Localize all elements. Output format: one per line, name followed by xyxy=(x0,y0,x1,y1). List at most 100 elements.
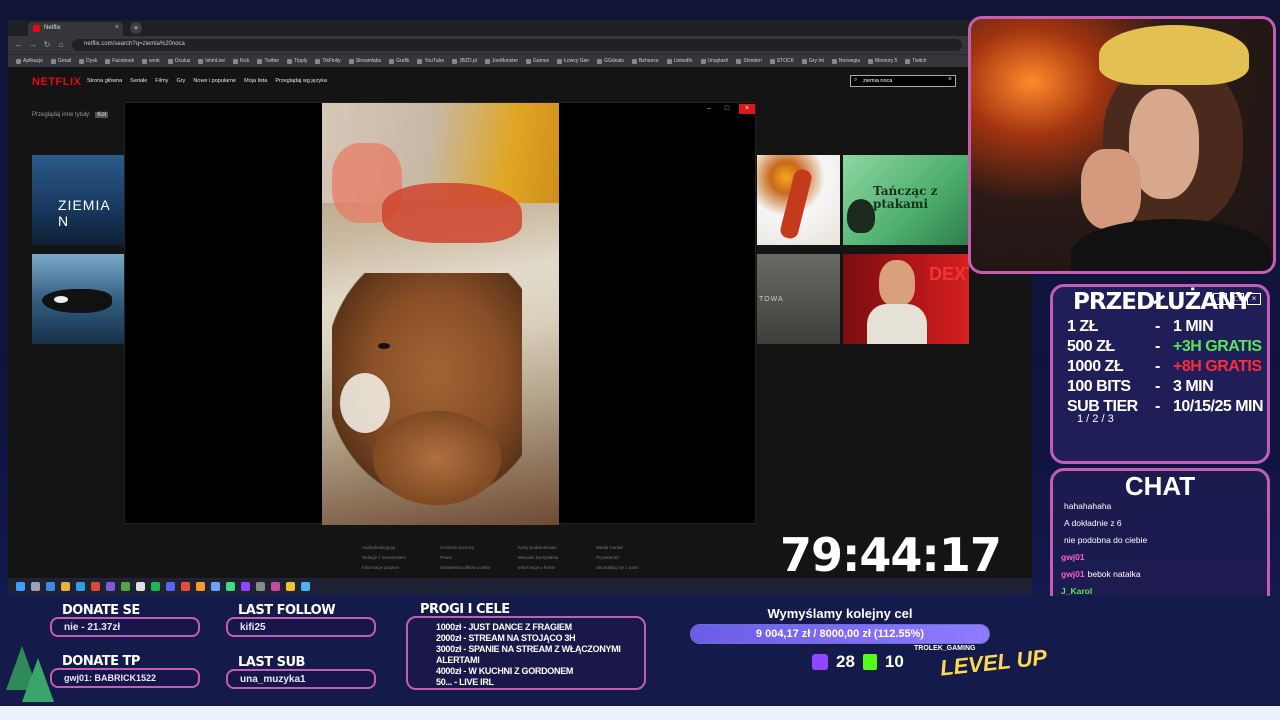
netflix-nav-item[interactable]: Seriale xyxy=(130,78,147,84)
bookmark-item[interactable]: Aplikacje xyxy=(16,58,43,64)
bookmark-item[interactable]: LinkedIn xyxy=(666,58,693,64)
chat-username[interactable]: J_Karol xyxy=(1061,586,1092,596)
tab-netflix[interactable]: Netflix × xyxy=(28,22,123,36)
close-popup-button[interactable]: × xyxy=(739,104,755,114)
footer-link[interactable]: Karty podarunkowe xyxy=(518,545,596,550)
maximize-icon[interactable]: □ xyxy=(719,104,735,114)
bookmark-item[interactable]: Twitter xyxy=(257,58,279,64)
bookmark-item[interactable]: Dysk xyxy=(79,58,97,64)
address-bar[interactable]: netflix.com/search?q=ziemia%20noca xyxy=(72,39,962,51)
bookmark-item[interactable]: STOCK xyxy=(769,58,794,64)
clear-search-icon[interactable]: × xyxy=(948,76,952,83)
bookmark-item[interactable]: Oculus xyxy=(167,58,190,64)
footer-link[interactable]: Media Center xyxy=(596,545,674,550)
taskbar-app-icon[interactable] xyxy=(241,581,250,591)
footer-link[interactable]: Warunki korzystania xyxy=(518,555,596,560)
close-tab-icon[interactable]: × xyxy=(115,24,119,31)
taskbar-app-icon[interactable] xyxy=(166,581,175,591)
orca-spot xyxy=(54,296,68,303)
close-icon: × xyxy=(1247,293,1261,305)
footer-link[interactable]: Informacje o firmie xyxy=(518,565,596,570)
netflix-logo[interactable]: NETFLIX xyxy=(32,76,81,88)
taskbar-app-icon[interactable] xyxy=(196,581,205,591)
netflix-nav-item[interactable]: Gry xyxy=(176,78,185,84)
footer-link[interactable]: Prywatność xyxy=(596,555,674,560)
taskbar-app-icon[interactable] xyxy=(31,581,40,591)
footer-link[interactable]: Praca xyxy=(440,555,518,560)
taskbar-app-icon[interactable] xyxy=(181,581,190,591)
dog-ear xyxy=(340,373,390,433)
footer-link[interactable]: Skontaktuj się z nami xyxy=(596,565,674,570)
nav-bar: ← → ↻ ⌂ netflix.com/search?q=ziemia%20no… xyxy=(8,36,1032,54)
bookmark-item[interactable]: JBZD.pl xyxy=(452,58,477,64)
bookmark-item[interactable]: Memory 5 xyxy=(868,58,897,64)
back-icon[interactable]: ← xyxy=(14,40,24,50)
taskbar-app-icon[interactable] xyxy=(61,581,70,591)
footer-link[interactable]: Audiodeskrypcja xyxy=(362,545,440,550)
new-tab-button[interactable]: + xyxy=(130,22,142,34)
home-icon[interactable]: ⌂ xyxy=(56,40,66,50)
bookmark-label: Memory 5 xyxy=(875,58,898,64)
chat-username[interactable]: gwj01 xyxy=(1061,552,1085,562)
minimize-icon[interactable]: – xyxy=(701,104,717,114)
taskbar-app-icon[interactable] xyxy=(121,581,130,591)
bookmark-item[interactable]: Norwegia xyxy=(831,58,860,64)
title-card-tanczac-z-ptakami[interactable]: Tańcząc z ptakami xyxy=(843,155,969,245)
bookmark-item[interactable]: Shinden xyxy=(736,58,762,64)
netflix-nav-item[interactable]: Przeglądaj wg języka xyxy=(275,78,327,84)
taskbar-app-icon[interactable] xyxy=(226,581,235,591)
forward-icon[interactable]: → xyxy=(28,40,38,50)
start-icon[interactable] xyxy=(16,581,25,591)
netflix-nav-item[interactable]: Filmy xyxy=(155,78,168,84)
video-blanket xyxy=(382,183,522,243)
title-card-anatomy[interactable] xyxy=(757,155,840,245)
bookmark-item[interactable]: GGdeals xyxy=(597,58,624,64)
bookmark-item[interactable]: Games xyxy=(526,58,549,64)
netflix-nav-item[interactable]: Moja lista xyxy=(244,78,267,84)
reload-icon[interactable]: ↻ xyxy=(42,40,52,50)
taskbar-app-icon[interactable] xyxy=(271,581,280,591)
bookmark-item[interactable]: Gmail xyxy=(51,58,71,64)
title-card-dexter[interactable]: DEXT xyxy=(843,254,969,344)
bookmark-item[interactable]: Tipply xyxy=(287,58,307,64)
footer-link[interactable]: Centrum pomocy xyxy=(440,545,518,550)
taskbar-app-icon[interactable] xyxy=(46,581,55,591)
bookmark-item[interactable]: TikFinity xyxy=(315,58,341,64)
taskbar-app-icon[interactable] xyxy=(106,581,115,591)
title-card-ziemia[interactable]: ZIEMIA N xyxy=(32,155,124,245)
bookmark-item[interactable]: Grafik xyxy=(389,58,409,64)
bookmark-item[interactable]: Facebook xyxy=(105,58,134,64)
browse-chip[interactable]: Kol xyxy=(95,112,109,118)
taskbar-app-icon[interactable] xyxy=(211,581,220,591)
footer-link[interactable]: Ustawienia plików cookie xyxy=(440,565,518,570)
bookmark-item[interactable]: Unsplash xyxy=(700,58,728,64)
bookmark-item[interactable]: Twitch xyxy=(905,58,926,64)
bookmark-item[interactable]: YouTube xyxy=(417,58,444,64)
bookmark-item[interactable]: Łowcy Gier xyxy=(557,58,589,64)
footer-link[interactable]: Informacje prawne xyxy=(362,565,440,570)
netflix-search-input[interactable]: ⌕ ziemia noca × xyxy=(850,75,956,87)
przedluzany-row: 500 ZŁ - +3H GRATIS xyxy=(1067,337,1263,357)
footer-link[interactable]: Relacje z inwestorami xyxy=(362,555,440,560)
chat-username[interactable]: gwj01 xyxy=(1061,569,1085,579)
taskbar-app-icon[interactable] xyxy=(151,581,160,591)
taskbar-app-icon[interactable] xyxy=(76,581,85,591)
bookmark-item[interactable]: JoeMonster xyxy=(484,58,518,64)
title-card-orca[interactable] xyxy=(32,254,124,344)
taskbar-app-icon[interactable] xyxy=(286,581,295,591)
netflix-nav-item[interactable]: Strona główna xyxy=(87,78,122,84)
bookmark-icon xyxy=(484,58,490,64)
taskbar-app-icon[interactable] xyxy=(91,581,100,591)
bookmark-item[interactable]: Gry Int xyxy=(801,58,824,64)
bookmark-item[interactable]: work xyxy=(142,58,160,64)
netflix-nav-item[interactable]: Nowe i popularne xyxy=(193,78,236,84)
taskbar-app-icon[interactable] xyxy=(136,581,145,591)
dog-video[interactable] xyxy=(322,103,559,525)
bookmark-item[interactable]: IshinLive xyxy=(198,58,225,64)
bookmark-item[interactable]: Streamlabs xyxy=(348,58,381,64)
bookmark-item[interactable]: Kick xyxy=(233,58,249,64)
taskbar-app-icon[interactable] xyxy=(301,581,310,591)
bookmark-item[interactable]: Behance xyxy=(631,58,659,64)
title-card-war[interactable]: TOWA xyxy=(757,254,840,344)
taskbar-app-icon[interactable] xyxy=(256,581,265,591)
